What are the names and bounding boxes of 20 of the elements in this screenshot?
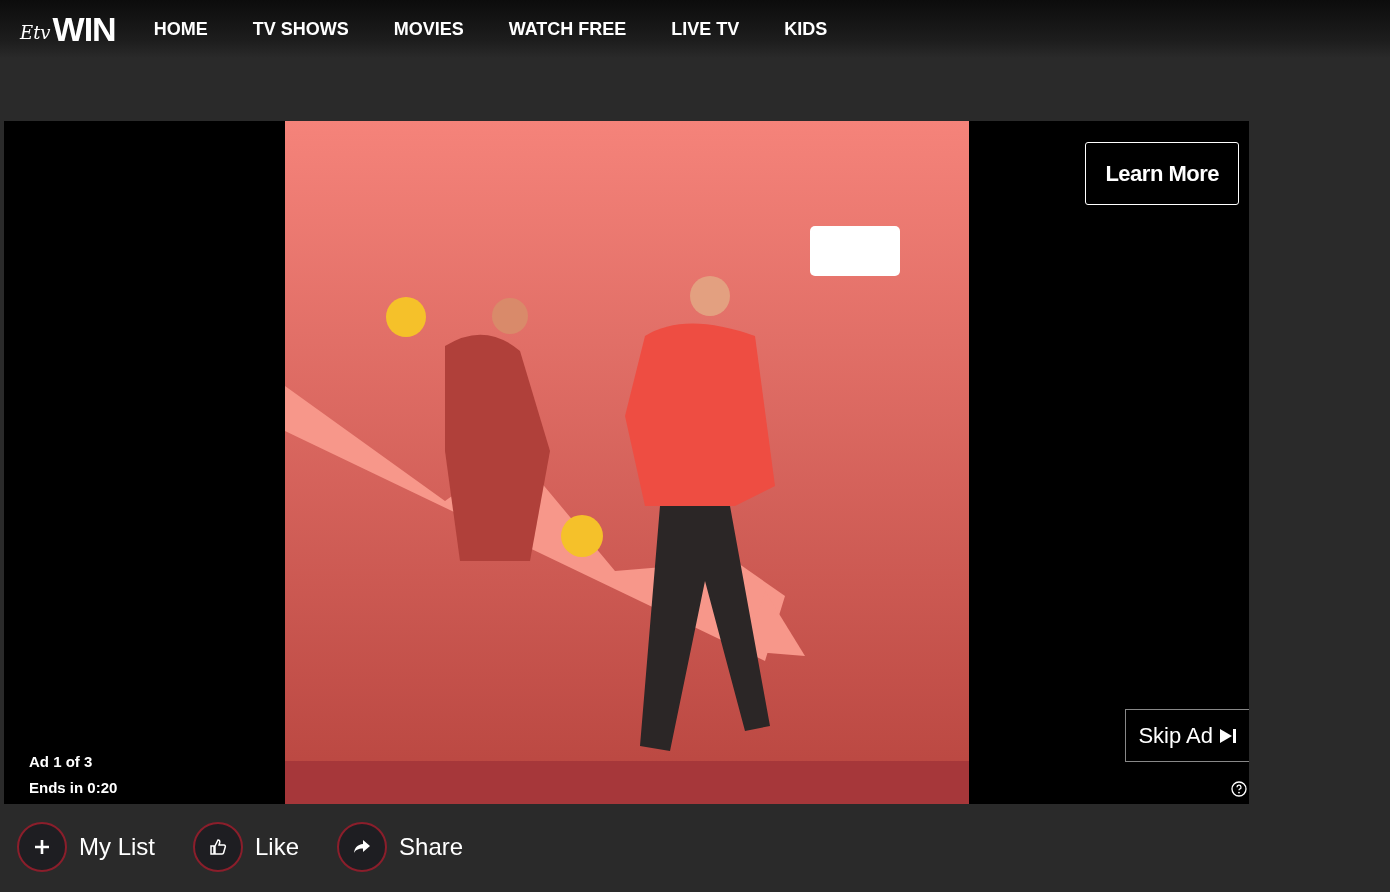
add-to-list-button[interactable]: My List [17, 822, 155, 872]
nav-link[interactable]: HOME [153, 15, 208, 43]
logo-script-text: Etv [20, 21, 51, 45]
learn-more-button[interactable]: Learn More [1085, 142, 1239, 205]
nav-link[interactable]: MOVIES [393, 15, 464, 43]
ad-counter: Ad 1 of 3 [29, 752, 93, 772]
logo-wordmark: WIN [52, 12, 116, 46]
share-button[interactable]: Share [337, 822, 464, 872]
nav-link[interactable]: LIVE TV [671, 15, 740, 43]
nav-link[interactable]: KIDS [784, 15, 828, 43]
skip-ad-button[interactable]: Skip Ad [1125, 709, 1249, 762]
nav-link[interactable]: WATCH FREE [508, 15, 627, 43]
logo[interactable]: EtvWIN [20, 12, 116, 46]
like-button[interactable]: Like [193, 822, 300, 872]
thumbs-up-icon [208, 837, 228, 857]
nav-link[interactable]: TV SHOWS [252, 15, 349, 43]
ad-countdown: Ends in 0:20 [29, 778, 118, 798]
skip-icon [1219, 727, 1237, 744]
plus-icon [32, 837, 52, 857]
help-icon[interactable] [1231, 780, 1247, 797]
